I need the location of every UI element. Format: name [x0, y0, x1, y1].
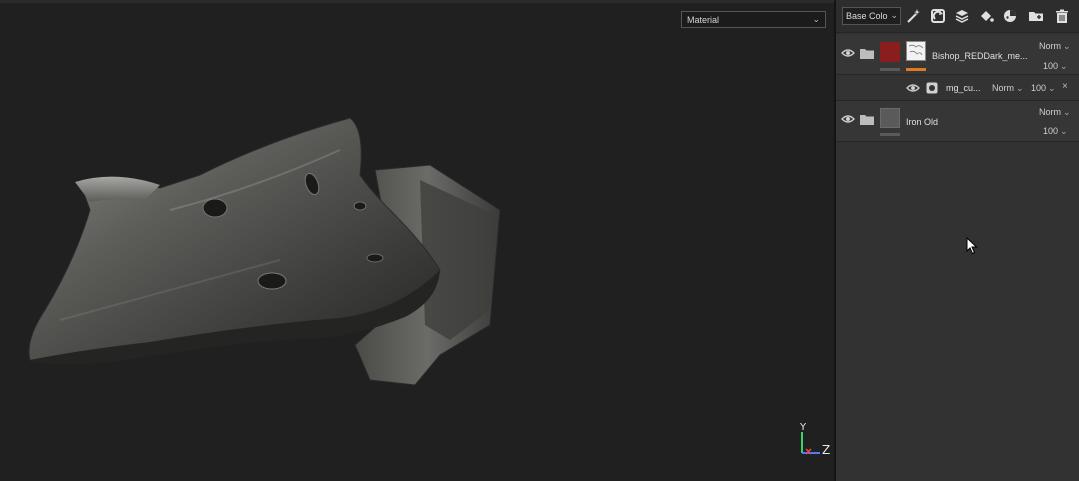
- layer-selected-indicator: [906, 68, 926, 71]
- 3d-viewport[interactable]: Material ⌄ Y Z: [0, 0, 834, 481]
- mask-generator-icon: [926, 82, 938, 94]
- layer-name[interactable]: Bishop_REDDark_me...: [932, 51, 1028, 61]
- chevron-down-icon: ⌄: [1048, 83, 1056, 93]
- channel-select-value: Base Colo: [846, 11, 888, 21]
- opacity-value: 100: [1043, 126, 1059, 136]
- layer-thumbnail[interactable]: [906, 41, 926, 61]
- add-layer-icon[interactable]: [953, 7, 971, 25]
- effect-opacity-select[interactable]: 100 ⌄: [1031, 83, 1056, 94]
- layer-mask-bar: [880, 68, 900, 71]
- opacity-value: 100: [1043, 61, 1059, 71]
- layer-effect-row[interactable]: mg_cu... Norm ⌄ 100 ⌄ ×: [836, 75, 1079, 101]
- effect-opacity-value: 100: [1031, 83, 1047, 93]
- effect-blend-mode-select[interactable]: Norm ⌄: [992, 83, 1024, 94]
- fill-icon[interactable]: [977, 7, 995, 25]
- blend-mode-select[interactable]: Norm ⌄: [1039, 41, 1071, 52]
- visibility-eye-icon[interactable]: [841, 48, 855, 58]
- layers-panel: Base Colo ⌄ Bishop_REDDark_me... Norm ⌄ …: [836, 0, 1079, 481]
- magic-wand-icon[interactable]: [905, 7, 923, 25]
- layers-toolbar: Base Colo ⌄: [836, 0, 1079, 33]
- mask-icon[interactable]: [929, 7, 947, 25]
- layer-name[interactable]: Iron Old: [906, 117, 938, 127]
- effect-blend-mode-value: Norm: [992, 83, 1014, 93]
- layer-color-swatch[interactable]: [880, 108, 900, 128]
- add-folder-icon[interactable]: [1027, 7, 1045, 25]
- chevron-down-icon: ⌄: [812, 14, 820, 24]
- chevron-down-icon: ⌄: [1063, 107, 1071, 117]
- layer-color-swatch[interactable]: [880, 42, 900, 62]
- trash-icon[interactable]: [1053, 7, 1071, 25]
- viewport-mode-select[interactable]: Material ⌄: [681, 11, 826, 28]
- folder-icon: [860, 115, 874, 125]
- visibility-eye-icon[interactable]: [841, 114, 855, 124]
- blend-mode-select[interactable]: Norm ⌄: [1039, 107, 1071, 118]
- blend-mode-value: Norm: [1039, 41, 1061, 51]
- axis-z-label: Z: [822, 443, 831, 457]
- chevron-down-icon: ⌄: [1060, 61, 1068, 71]
- layer-row[interactable]: Bishop_REDDark_me... Norm ⌄ 100 ⌄: [836, 35, 1079, 75]
- chevron-down-icon: ⌄: [889, 10, 898, 21]
- armor-model[interactable]: [20, 110, 520, 400]
- layer-mask-bar: [880, 133, 900, 136]
- remove-effect-button[interactable]: ×: [1062, 81, 1068, 92]
- opacity-select[interactable]: 100 ⌄: [1043, 126, 1068, 137]
- folder-icon: [860, 49, 874, 59]
- viewport-mode-value: Material: [687, 14, 720, 25]
- visibility-eye-icon[interactable]: [906, 83, 920, 93]
- axis-y-label: Y: [800, 422, 807, 433]
- generator-icon[interactable]: [1001, 7, 1019, 25]
- blend-mode-value: Norm: [1039, 107, 1061, 117]
- mouse-cursor-icon: [966, 237, 978, 255]
- chevron-down-icon: ⌄: [1063, 41, 1071, 51]
- opacity-select[interactable]: 100 ⌄: [1043, 61, 1068, 72]
- channel-select[interactable]: Base Colo ⌄: [842, 7, 901, 25]
- effect-name[interactable]: mg_cu...: [946, 83, 981, 93]
- layer-row[interactable]: Iron Old Norm ⌄ 100 ⌄: [836, 101, 1079, 142]
- axis-gizmo: Y Z: [796, 422, 834, 460]
- chevron-down-icon: ⌄: [1060, 126, 1068, 136]
- chevron-down-icon: ⌄: [1016, 83, 1024, 93]
